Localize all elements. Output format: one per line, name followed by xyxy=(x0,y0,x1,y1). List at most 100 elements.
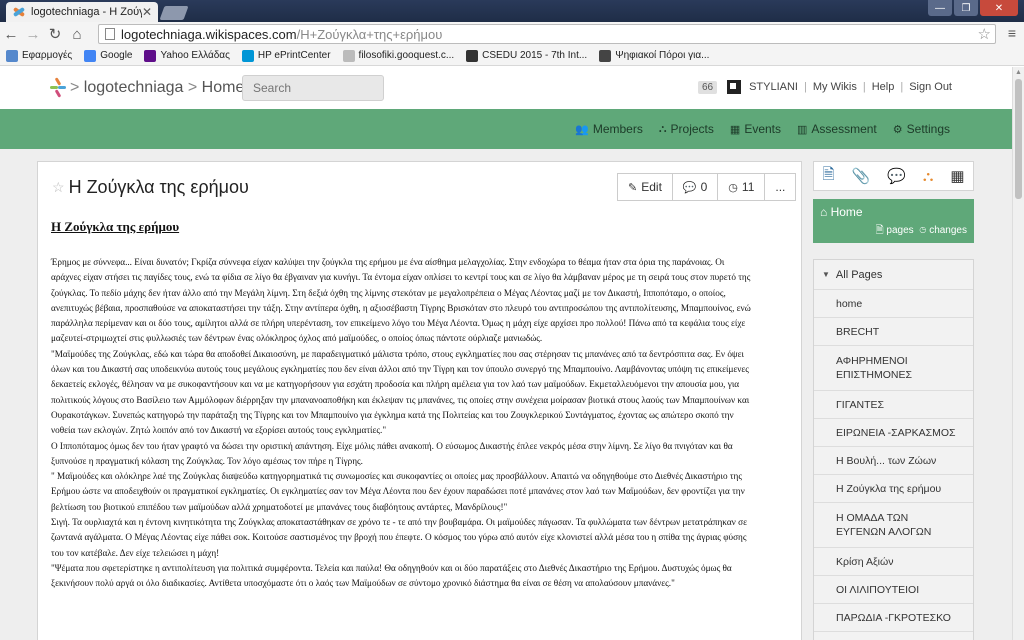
edit-button[interactable]: ✎ Edit xyxy=(617,173,673,201)
help-link[interactable]: Help xyxy=(872,81,895,93)
sidebar-page-item[interactable]: ΑΦΗΡΗΜΕΝΟΙ ΕΠΙΣΤΗΜΟΝΕΣ xyxy=(814,346,973,391)
bookmark-2[interactable]: Yahoo Ελλάδας xyxy=(144,49,230,62)
nav-item-settings[interactable]: ⚙ Settings xyxy=(893,122,950,136)
breadcrumb-page[interactable]: Home xyxy=(202,79,245,96)
projects-icon: ⛬ xyxy=(658,122,667,135)
document-paragraph: Ο Ιπποπόταμος όμως δεν του ήταν γραφτό ν… xyxy=(51,440,733,466)
scrollbar-thumb[interactable] xyxy=(1015,79,1022,199)
sidebar-page-item[interactable]: Η Βουλή... των Ζώων xyxy=(814,447,973,475)
edit-label: Edit xyxy=(641,180,662,194)
url-host: logotechniaga.wikispaces.com xyxy=(121,26,297,42)
comments-button[interactable]: 💬 0 xyxy=(671,173,719,201)
bookmark-0[interactable]: Εφαρμογές xyxy=(6,49,73,62)
browser-tab[interactable]: logotechniaga - Η Ζούγκλ ✕ xyxy=(6,2,158,22)
search-input[interactable] xyxy=(242,75,384,101)
bookmark-star-icon[interactable]: ☆ xyxy=(978,25,991,43)
username-link[interactable]: STYLIANI xyxy=(749,81,798,93)
document-paragraph: " Μαϊμούδες και ολόκληρε λαέ της Ζούγκλα… xyxy=(51,471,745,512)
all-pages-panel: ▼ All Pages home BRECHT ΑΦΗΡΗΜΕΝΟΙ ΕΠΙΣΤΗΜΟ… xyxy=(813,259,974,640)
page-title-text: Η Ζούγκλα της ερήμου xyxy=(68,177,249,197)
page-scrollbar[interactable]: ▲ xyxy=(1012,67,1024,640)
members-icon: 👥 xyxy=(575,123,589,136)
sidebar-page-item[interactable]: Η Ζούγκλα της ερήμου xyxy=(814,475,973,503)
wikispaces-logo-icon[interactable] xyxy=(50,77,66,98)
my-wikis-link[interactable]: My Wikis xyxy=(813,81,857,93)
document-paragraph: Σιγή. Τα ουρλιαχτά και η έντονη κινητικό… xyxy=(51,517,747,558)
maximize-icon[interactable]: ❐ xyxy=(954,0,978,16)
bookmark-1[interactable]: Google xyxy=(84,49,132,62)
comment-icon[interactable]: 💬 xyxy=(887,167,906,185)
tab-title: logotechniaga - Η Ζούγκλ xyxy=(31,6,142,18)
sidebar-page-item[interactable]: BRECHT xyxy=(814,318,973,346)
breadcrumb-wiki[interactable]: logotechniaga xyxy=(84,79,184,96)
document-icon: 🗎 xyxy=(875,225,887,236)
home-links: 🗎 pages ◷ changes xyxy=(876,223,967,240)
changes-link[interactable]: ◷ changes xyxy=(919,225,967,236)
sidebar-page-item[interactable]: ΓΙΓΑΝΤΕΣ xyxy=(814,391,973,419)
nav-item-label: Settings xyxy=(906,122,950,136)
minimize-icon[interactable]: — xyxy=(928,0,952,16)
history-count: 11 xyxy=(741,180,755,194)
bookmark-label: Εφαρμογές xyxy=(22,50,73,61)
nav-item-label: Projects xyxy=(670,122,714,136)
browser-menu-icon[interactable]: ≡ xyxy=(1008,25,1016,41)
sidebar-page-item[interactable]: ΟΙ ΛΙΛΙΠΟΥΤΕΙΟΙ xyxy=(814,576,973,604)
page-tools-bar: 🗎 📎 💬 ⛬ ▦ xyxy=(813,161,974,191)
calendar-icon[interactable]: ▦ xyxy=(950,167,964,185)
changes-label: changes xyxy=(929,225,967,236)
sidebar-page-item[interactable]: Η ΟΜΑΔΑ ΤΩΝ ΕΥΓΕΝΩΝ ΑΛΟΓΩΝ xyxy=(814,503,973,548)
csedu-icon xyxy=(466,49,479,62)
chart-icon: ▥ xyxy=(797,123,808,136)
google-icon xyxy=(84,49,97,62)
sidebar-page-item[interactable]: Κρίση Αξιών xyxy=(814,548,973,576)
home-label: Home xyxy=(830,205,863,219)
reload-icon[interactable]: ↻ xyxy=(44,25,66,43)
pencil-icon: ✎ xyxy=(628,181,638,194)
document-paragraph: "Μαϊμούδες της Ζούγκλας, εδώ και τώρα θα… xyxy=(51,348,750,436)
address-bar[interactable]: logotechniaga.wikispaces.com/Η+Ζούγκλα+τ… xyxy=(98,24,996,44)
nav-item-label: Members xyxy=(592,122,643,136)
nav-item-events[interactable]: ▦ Events xyxy=(730,122,781,136)
bookmark-label: filosofiki.gooquest.c... xyxy=(358,50,455,61)
hp-icon xyxy=(241,49,254,62)
page-icon[interactable]: 🗎 xyxy=(822,164,834,189)
pages-label: pages xyxy=(886,225,914,236)
home-link[interactable]: ⌂ Home xyxy=(820,205,863,219)
bookmark-4[interactable]: filosofiki.gooquest.c... xyxy=(342,49,455,62)
avatar[interactable] xyxy=(727,80,742,94)
notification-count-badge[interactable]: 66 xyxy=(697,80,718,94)
home-box: ⌂ Home 🗎 pages ◷ changes xyxy=(813,199,974,243)
window-close-icon[interactable]: ✕ xyxy=(980,0,1018,16)
favorite-star-icon[interactable]: ☆ xyxy=(52,179,65,196)
nav-item-projects[interactable]: ⛬ Projects xyxy=(659,122,714,136)
forward-arrow-icon[interactable]: → xyxy=(22,26,44,43)
bookmark-3[interactable]: HP ePrintCenter xyxy=(241,49,331,62)
sidebar-page-item[interactable]: home xyxy=(814,290,973,318)
all-pages-header[interactable]: ▼ All Pages xyxy=(814,260,973,290)
tab-close-icon[interactable]: ✕ xyxy=(142,5,152,19)
more-button[interactable]: ... xyxy=(764,173,797,201)
history-button[interactable]: ◷ 11 xyxy=(717,173,766,201)
home-icon[interactable]: ⌂ xyxy=(66,26,88,43)
nav-item-members[interactable]: 👥 Members xyxy=(575,122,643,136)
bookmark-6[interactable]: Ψηφιακοί Πόροι για... xyxy=(599,49,709,62)
new-tab-button[interactable] xyxy=(159,6,189,20)
attachment-icon[interactable]: 📎 xyxy=(852,167,871,185)
scroll-up-icon[interactable]: ▲ xyxy=(1015,69,1022,76)
hierarchy-icon[interactable]: ⛬ xyxy=(923,168,934,185)
wiki-nav: 👥 Members ⛬ Projects ▦ Events ▥ Assessment ⚙ Sett… xyxy=(559,109,950,149)
pages-link[interactable]: 🗎 pages xyxy=(876,225,914,236)
sidebar-page-item[interactable]: ΕΙΡΩΝΕΙΑ -ΣΑΡΚΑΣΜΟΣ xyxy=(814,419,973,447)
page-icon xyxy=(105,28,115,40)
page-content: ☆ Η Ζούγκλα της ερήμου ✎ Edit 💬 0 ◷ 11 ... … xyxy=(37,161,802,640)
bookmarks-bar: Εφαρμογές Google Yahoo Ελλάδας HP ePrintCen… xyxy=(0,46,1024,66)
wikispaces-favicon-icon xyxy=(12,5,26,19)
sidebar-page-item[interactable]: ΠΑΡΩΔΙΑ -ΓΚΡΟΤΕΣΚΟ xyxy=(814,604,973,632)
document-heading: Η Ζούγκλα της ερήμου xyxy=(51,219,180,234)
all-pages-label: All Pages xyxy=(835,268,883,281)
bookmark-5[interactable]: CSEDU 2015 - 7th Int... xyxy=(466,49,587,62)
nav-item-assessment[interactable]: ▥ Assessment xyxy=(797,122,877,136)
sign-out-link[interactable]: Sign Out xyxy=(909,81,952,93)
back-arrow-icon[interactable]: ← xyxy=(0,26,22,43)
document-paragraph: "Ψέματα που σφετερίστηκε η αντιπολίτευση… xyxy=(51,562,732,589)
